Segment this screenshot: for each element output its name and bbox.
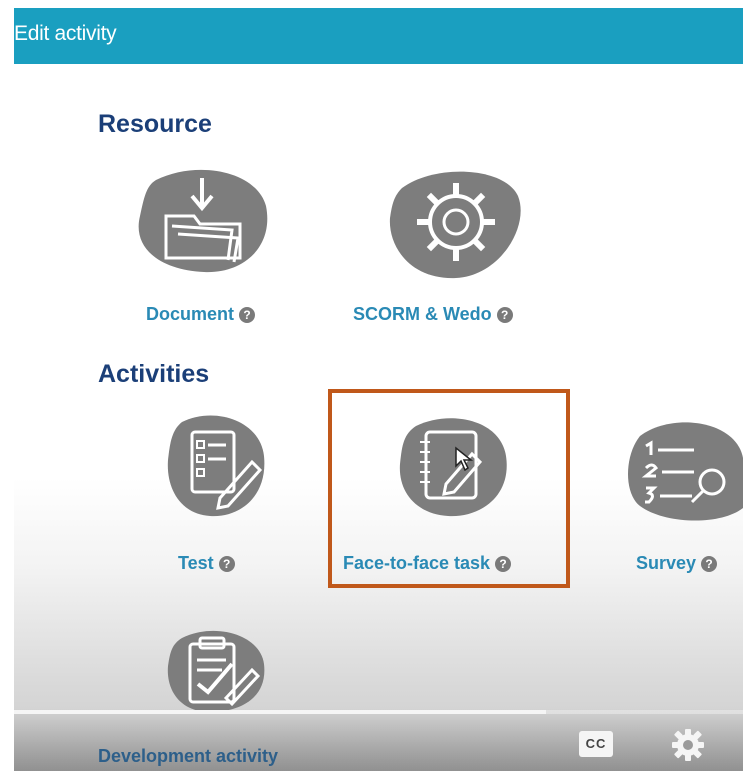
video-progress-fill [14,710,547,714]
panel-title: Edit activity [14,22,117,45]
settings-button[interactable] [670,727,706,768]
section-title-activities: Activities [98,360,210,388]
cursor-icon [455,446,474,472]
video-progress-bar[interactable] [14,710,743,714]
selection-highlight [328,389,570,588]
document-label: Document [146,304,235,324]
document-tile[interactable] [136,166,270,276]
panel-header: Edit activity [14,8,743,64]
help-icon[interactable]: ? [239,307,256,323]
help-icon[interactable]: ? [218,556,235,572]
document-link[interactable]: Document? [146,304,256,325]
test-label: Test [178,553,214,573]
section-title-resource: Resource [98,110,212,138]
survey-link[interactable]: Survey? [636,553,718,574]
folder-download-icon [136,166,270,276]
scorm-wedo-label: SCORM & Wedo [353,304,492,324]
test-tile[interactable] [164,412,268,520]
development-activity-tile[interactable] [164,628,268,712]
closed-captions-button[interactable]: CC [579,731,613,757]
list-magnifier-icon [624,418,743,522]
help-icon[interactable]: ? [701,556,718,572]
development-activity-label: Development activity [98,746,279,766]
gear-package-icon [386,168,524,280]
development-activity-link[interactable]: Development activity [98,746,278,767]
test-link[interactable]: Test? [178,553,235,574]
help-icon[interactable]: ? [496,307,513,323]
clipboard-check-icon [164,628,268,712]
survey-label: Survey [636,553,697,573]
scorm-wedo-tile[interactable] [386,168,524,280]
scorm-wedo-link[interactable]: SCORM & Wedo? [353,304,513,325]
edit-activity-panel: Edit activity Resource Document? SCORM &… [14,8,743,771]
checklist-pencil-icon [164,412,268,520]
gear-icon [670,729,706,767]
survey-tile[interactable] [624,418,743,522]
